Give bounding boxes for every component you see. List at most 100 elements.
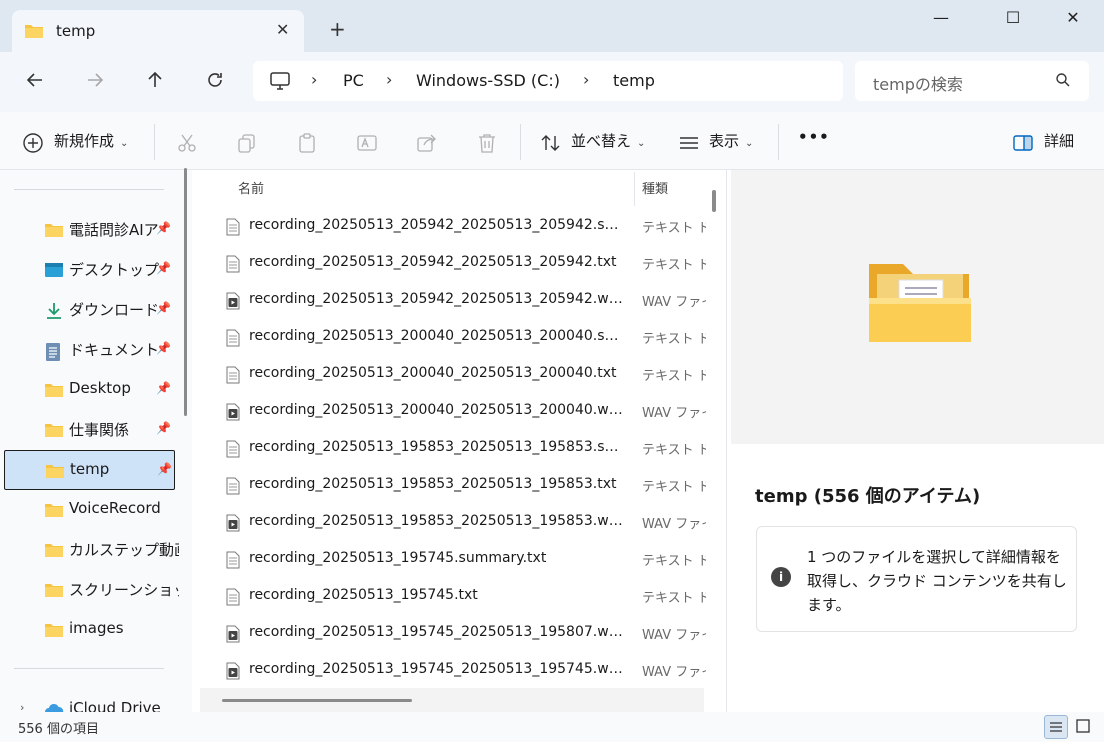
file-name: recording_20250513_195853_20250513_19585… [249, 513, 625, 529]
search-placeholder: tempの検索 [873, 75, 963, 94]
file-type: テキスト ドキュメント [642, 480, 706, 495]
sidebar-item-images[interactable]: images [4, 610, 175, 648]
details-pane: temp (556 個のアイテム) i 1 つのファイルを選択して詳細情報を取得… [726, 170, 1104, 712]
cut-icon[interactable] [176, 132, 198, 154]
audio-file-icon [226, 403, 240, 425]
delete-icon[interactable] [476, 132, 498, 154]
details-view-button[interactable] [1044, 715, 1068, 739]
folder-icon [44, 382, 64, 402]
file-name: recording_20250513_205942_20250513_20594… [249, 217, 625, 233]
sidebar-item-label: カルステップ動画集 [69, 541, 179, 559]
file-type: テキスト ドキュメント [642, 258, 706, 273]
up-icon[interactable] [141, 70, 169, 94]
rename-icon[interactable] [356, 132, 378, 154]
breadcrumb-drive[interactable]: Windows-SSD (C:) [416, 71, 560, 90]
column-divider[interactable] [634, 172, 635, 206]
sort-button[interactable]: 並べ替え ⌄ [571, 130, 645, 151]
divider [14, 189, 164, 190]
details-button[interactable]: 詳細 [1044, 130, 1074, 151]
sidebar-scrollbar[interactable] [184, 168, 187, 416]
text-file-icon [226, 366, 240, 388]
new-button[interactable]: 新規作成 ⌄ [54, 130, 128, 151]
sidebar-item-label: デスクトップ [69, 261, 160, 279]
audio-file-icon [226, 662, 240, 684]
folder-icon [45, 463, 65, 483]
text-file-icon [226, 477, 240, 499]
text-file-icon [226, 588, 240, 610]
file-type: テキスト ドキュメント [642, 369, 706, 384]
pin-icon: 📌 [156, 341, 171, 355]
file-list-horizontal-scrollbar[interactable] [222, 699, 412, 702]
tab-temp[interactable]: temp ✕ [12, 10, 304, 52]
file-name: recording_20250513_195745_20250513_19574… [249, 661, 625, 677]
file-row[interactable]: recording_20250513_195745.txt テキスト ドキュメント [192, 578, 706, 615]
view-button[interactable]: 表示 ⌄ [709, 130, 753, 151]
paste-icon[interactable] [296, 132, 318, 154]
file-row[interactable]: recording_20250513_205942_20250513_20594… [192, 282, 706, 319]
folder-icon [44, 502, 64, 522]
info-icon: i [771, 567, 791, 587]
chevron-right-icon[interactable]: › [20, 701, 24, 712]
breadcrumb-temp[interactable]: temp [613, 71, 655, 90]
file-list-vertical-scrollbar[interactable] [712, 190, 716, 212]
sidebar-item-desktop-jp[interactable]: デスクトップ 📌 [4, 250, 175, 288]
new-tab-button[interactable]: + [329, 19, 346, 39]
sidebar-item-denwa-monshin[interactable]: 電話問診AIア 📌 [4, 210, 175, 248]
sidebar-item-documents[interactable]: ドキュメント 📌 [4, 330, 175, 368]
more-options-button[interactable]: ••• [798, 128, 830, 146]
file-row[interactable]: recording_20250513_195853_20250513_19585… [192, 467, 706, 504]
file-row[interactable]: recording_20250513_195745_20250513_19574… [192, 652, 706, 689]
search-input[interactable]: tempの検索 [855, 61, 1089, 101]
pin-icon: 📌 [156, 221, 171, 235]
refresh-icon[interactable] [201, 70, 229, 94]
address-bar[interactable]: › PC › Windows-SSD (C:) › temp [253, 61, 843, 101]
sidebar-item-label: Desktop [69, 379, 131, 397]
sidebar-item-desktop[interactable]: Desktop 📌 [4, 370, 175, 408]
large-icons-view-button[interactable] [1072, 715, 1096, 739]
back-icon[interactable] [21, 70, 49, 94]
text-file-icon [226, 440, 240, 462]
file-row[interactable]: recording_20250513_205942_20250513_20594… [192, 208, 706, 245]
sidebar-item-downloads[interactable]: ダウンロード 📌 [4, 290, 175, 328]
pin-icon: 📌 [156, 261, 171, 275]
minimize-button[interactable]: — [926, 8, 956, 30]
forward-icon[interactable] [81, 70, 109, 94]
sidebar-item-icloud[interactable]: › iCloud Drive [4, 690, 175, 712]
maximize-button[interactable]: ☐ [998, 8, 1028, 30]
share-icon[interactable] [416, 132, 438, 154]
file-type: テキスト ドキュメント [642, 554, 706, 569]
new-plus-icon [22, 132, 44, 154]
file-type: WAV ファイル [642, 517, 706, 532]
file-type: テキスト ドキュメント [642, 443, 706, 458]
file-row[interactable]: recording_20250513_195853_20250513_19585… [192, 430, 706, 467]
sidebar-item-temp[interactable]: temp 📌 [4, 450, 175, 490]
sidebar-item-shigoto[interactable]: 仕事関係 📌 [4, 410, 175, 448]
close-tab-icon[interactable]: ✕ [276, 20, 289, 39]
file-name: recording_20250513_200040_20250513_20004… [249, 402, 625, 418]
file-row[interactable]: recording_20250513_195745.summary.txt テキス… [192, 541, 706, 578]
column-header-type[interactable]: 種類 [642, 178, 668, 197]
file-row[interactable]: recording_20250513_195853_20250513_19585… [192, 504, 706, 541]
pin-icon: 📌 [156, 301, 171, 315]
file-type: テキスト ドキュメント [642, 332, 706, 347]
sidebar-item-label: 仕事関係 [69, 421, 130, 439]
file-row[interactable]: recording_20250513_205942_20250513_20594… [192, 245, 706, 282]
close-window-button[interactable]: ✕ [1058, 8, 1088, 30]
pin-icon: 📌 [156, 381, 171, 395]
sidebar-item-karustep[interactable]: カルステップ動画集 [4, 530, 179, 568]
column-header-name[interactable]: 名前 [238, 178, 264, 197]
file-row[interactable]: recording_20250513_195745_20250513_19580… [192, 615, 706, 652]
audio-file-icon [226, 514, 240, 536]
sort-button-label: 並べ替え [571, 132, 632, 150]
search-icon [1055, 72, 1071, 92]
file-row[interactable]: recording_20250513_200040_20250513_20004… [192, 393, 706, 430]
file-type: WAV ファイル [642, 406, 706, 421]
toolbar-divider [154, 124, 155, 160]
chevron-down-icon: ⌄ [637, 138, 646, 149]
copy-icon[interactable] [236, 132, 258, 154]
breadcrumb-pc[interactable]: PC [343, 71, 364, 90]
sidebar-item-voicerecorder[interactable]: VoiceRecorder [4, 490, 175, 528]
file-row[interactable]: recording_20250513_200040_20250513_20004… [192, 356, 706, 393]
sidebar-item-screenshots[interactable]: スクリーンショット [4, 570, 179, 608]
file-row[interactable]: recording_20250513_200040_20250513_20004… [192, 319, 706, 356]
